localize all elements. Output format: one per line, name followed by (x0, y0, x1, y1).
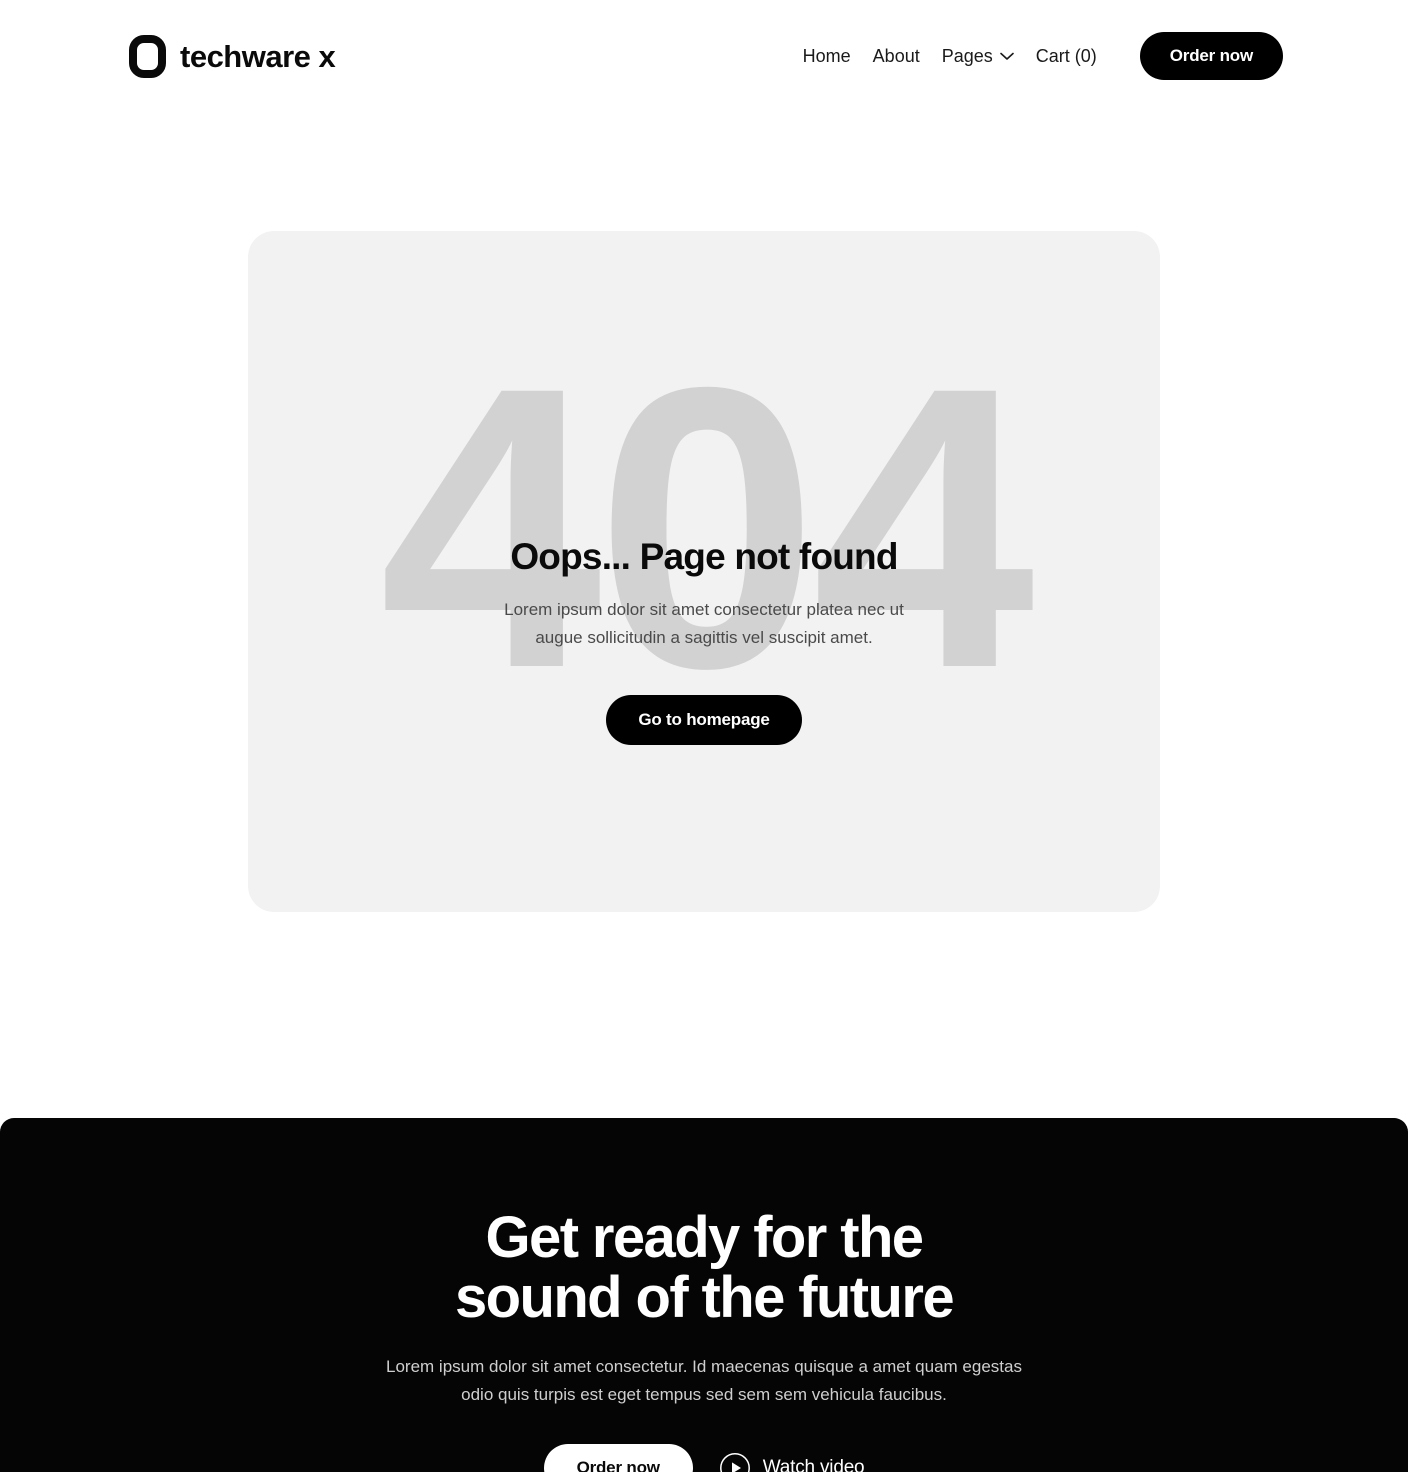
nav-item-cart[interactable]: Cart (0) (1025, 47, 1108, 65)
watch-video-link[interactable]: Watch video (719, 1452, 865, 1472)
error-card-content: Oops... Page not found Lorem ipsum dolor… (248, 231, 1160, 912)
go-to-homepage-button[interactable]: Go to homepage (606, 695, 802, 746)
cta-order-now-button[interactable]: Order now (543, 1443, 693, 1472)
chevron-down-icon (999, 52, 1014, 61)
brand-name: techware x (180, 38, 336, 74)
nav-item-home[interactable]: Home (792, 47, 862, 65)
nav-item-pages[interactable]: Pages (931, 47, 1025, 65)
play-circle-icon (719, 1452, 751, 1472)
header-order-now-button[interactable]: Order now (1139, 32, 1283, 80)
nav-item-about[interactable]: About (862, 47, 931, 65)
error-description: Lorem ipsum dolor sit amet consectetur p… (504, 600, 904, 647)
error-title: Oops... Page not found (510, 535, 898, 577)
cta-section: Get ready for the sound of the future Lo… (0, 1118, 1408, 1472)
site-header: techware x Home About Pages Cart (0) Ord… (0, 0, 1408, 112)
cta-actions: Order now Watch video (543, 1443, 865, 1472)
brand-logo-link[interactable]: techware x (129, 34, 336, 78)
error-404-card: 404 Oops... Page not found Lorem ipsum d… (248, 231, 1160, 912)
page-root: techware x Home About Pages Cart (0) Ord… (0, 0, 1408, 1472)
nav-item-pages-label: Pages (941, 46, 993, 66)
cta-description: Lorem ipsum dolor sit amet consectetur. … (386, 1356, 1022, 1404)
main-nav: Home About Pages Cart (0) Order now (792, 32, 1283, 80)
squircle-outline-icon (129, 34, 166, 78)
cta-title-line-1: Get ready for the (485, 1205, 925, 1270)
watch-video-label: Watch video (762, 1456, 865, 1472)
cta-title-line-2: sound of the future (455, 1265, 955, 1331)
cta-title: Get ready for the sound of the future (455, 1205, 955, 1331)
